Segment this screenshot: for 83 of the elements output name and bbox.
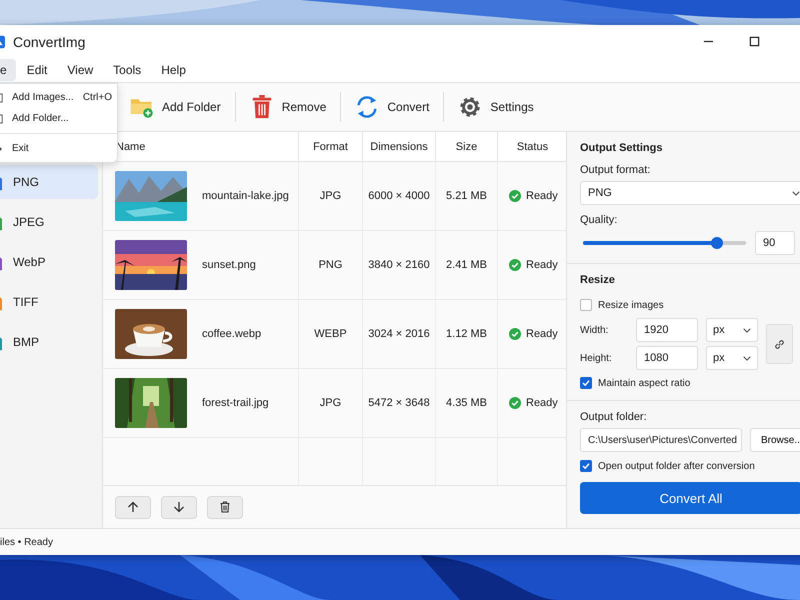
table-cell: 3840 × 2160 — [362, 231, 435, 299]
table-cell: 1.12 MB — [435, 300, 497, 368]
table-cell: JPG — [298, 162, 362, 230]
table-cell: 4.35 MB — [435, 369, 497, 437]
checkbox[interactable] — [580, 377, 592, 389]
table-cell: JPG — [298, 369, 362, 437]
checkbox[interactable] — [580, 299, 592, 311]
column-header[interactable]: Format — [298, 132, 362, 161]
maximize-icon[interactable] — [749, 36, 760, 47]
unit-dropdown[interactable]: px — [706, 346, 758, 370]
table-cell: 6000 × 4000 — [362, 162, 435, 230]
checkbox-label: Maintain aspect ratio — [598, 378, 690, 388]
field-label: Output format: — [580, 164, 652, 176]
table-cell: WEBP — [298, 300, 362, 368]
menu-entry[interactable]: Exit — [0, 138, 117, 159]
column-header[interactable]: Dimensions — [362, 132, 435, 161]
unit-dropdown[interactable]: px — [706, 318, 758, 342]
status-text: Ready — [526, 190, 558, 202]
table-cell: 5.21 MB — [435, 162, 497, 230]
table-cell: 3024 × 2016 — [362, 300, 435, 368]
trash-icon — [219, 501, 231, 513]
table-cell: 2.41 MB — [435, 231, 497, 299]
checkbox[interactable] — [580, 460, 592, 472]
delete-button[interactable] — [207, 496, 243, 518]
table-cell: 5472 × 3648 — [362, 369, 435, 437]
window-title: ConvertImg — [13, 34, 86, 50]
file-name: mountain-lake.jpg — [202, 190, 289, 202]
up-arrow-icon — [127, 501, 139, 513]
move-up-button[interactable] — [115, 496, 151, 518]
menu-entry[interactable]: Add Images... Ctrl+O — [0, 87, 117, 108]
file-name: coffee.webp — [202, 328, 262, 340]
menu-item[interactable]: Help — [152, 59, 195, 81]
checkbox-label: Resize images — [598, 300, 664, 310]
menu-item[interactable]: View — [58, 59, 102, 81]
refresh-icon — [355, 95, 380, 119]
format-item[interactable]: PNG — [0, 165, 98, 199]
check-circle-icon — [509, 397, 521, 409]
check-circle-icon — [509, 328, 521, 340]
checkbox-label: Open output folder after conversion — [598, 460, 755, 472]
convert-button[interactable]: Convert — [353, 89, 444, 125]
check-circle-icon — [509, 259, 521, 271]
link-icon — [773, 338, 786, 350]
field-label: Output folder: — [580, 411, 648, 423]
format-dropdown[interactable]: PNG — [580, 181, 800, 205]
link-button[interactable] — [766, 324, 793, 364]
menu-item[interactable]: Edit — [18, 59, 56, 81]
menu-item[interactable]: e — [0, 59, 16, 81]
width-field[interactable]: 1920 — [636, 318, 698, 342]
browse-button[interactable]: Browse... — [750, 428, 800, 452]
status-text: iles • Ready — [0, 536, 53, 548]
check-circle-icon — [509, 190, 521, 202]
chevron-icon — [743, 356, 751, 360]
down-arrow-icon — [173, 501, 185, 513]
convert-all-button[interactable]: Convert All — [580, 482, 800, 514]
chevron-icon — [792, 190, 800, 196]
settings-button[interactable]: Settings — [456, 89, 548, 125]
folder-button[interactable]: Add Folder — [128, 89, 235, 125]
menu-item[interactable]: Tools — [104, 59, 150, 81]
format-item[interactable]: TIFF — [0, 285, 98, 319]
format-item[interactable]: BMP — [0, 325, 98, 359]
section-title: Output Settings — [580, 142, 664, 154]
field-label: Width: — [580, 324, 610, 336]
file-name: sunset.png — [202, 259, 256, 271]
move-down-button[interactable] — [161, 496, 197, 518]
slider-thumb[interactable] — [710, 237, 723, 249]
chevron-icon — [743, 328, 751, 332]
status-text: Ready — [526, 259, 558, 271]
height-field[interactable]: 1080 — [636, 346, 698, 370]
field-label: Quality: — [580, 214, 618, 226]
field-label: Height: — [580, 352, 613, 364]
file-name: forest-trail.jpg — [202, 397, 269, 409]
status-text: Ready — [526, 328, 558, 340]
settings-icon — [458, 95, 482, 119]
format-item[interactable]: JPEG — [0, 205, 98, 239]
remove-button[interactable]: Remove — [248, 89, 340, 125]
section-title: Resize — [580, 274, 616, 286]
column-header[interactable]: Size — [435, 132, 497, 161]
format-item[interactable]: WebP — [0, 245, 98, 279]
folder-path-field[interactable]: C:\Users\user\Pictures\Converted — [580, 428, 742, 452]
status-text: Ready — [526, 397, 558, 409]
quality-field[interactable]: 90 — [755, 231, 795, 255]
table-cell: PNG — [298, 231, 362, 299]
menu-entry[interactable]: Add Folder... — [0, 108, 117, 129]
